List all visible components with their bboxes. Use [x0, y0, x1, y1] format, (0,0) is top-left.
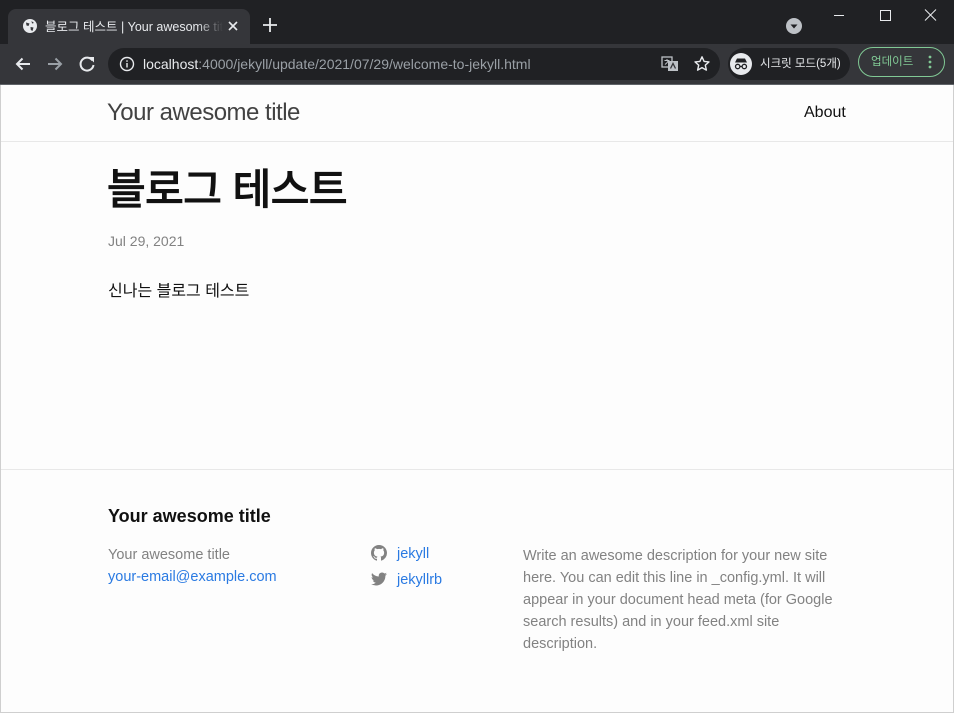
post-content: 신나는 블로그 테스트: [108, 283, 250, 300]
nav-about-link[interactable]: About: [804, 103, 846, 123]
star-icon[interactable]: [693, 55, 711, 73]
more-vert-icon[interactable]: [927, 54, 933, 70]
site-footer: Your awesome title Your awesome title yo…: [1, 469, 953, 712]
tab-title: 블로그 테스트 | Your awesome title: [45, 20, 223, 34]
tab-search-icon[interactable]: [785, 17, 803, 35]
info-icon[interactable]: [119, 56, 135, 72]
plus-icon[interactable]: [260, 15, 280, 35]
page-viewport: Your awesome title About 블로그 테스트 Jul 29,…: [0, 85, 954, 713]
browser-titlebar: 블로그 테스트 | Your awesome title: [0, 0, 954, 44]
address-bar[interactable]: localhost:4000/jekyll/update/2021/07/29/…: [108, 48, 720, 80]
post-title: 블로그 테스트: [107, 166, 348, 213]
url-text[interactable]: localhost:4000/jekyll/update/2021/07/29/…: [143, 55, 531, 73]
twitter-icon: [371, 572, 387, 586]
url-path: :4000/jekyll/update/2021/07/29/welcome-t…: [198, 56, 531, 72]
browser-toolbar: localhost:4000/jekyll/update/2021/07/29/…: [0, 44, 954, 84]
footer-heading: Your awesome title: [108, 506, 271, 526]
github-icon: [371, 545, 387, 561]
close-window-icon[interactable]: [908, 0, 954, 30]
footer-site-name: Your awesome title: [108, 547, 230, 563]
footer-email-link[interactable]: your-email@example.com: [108, 567, 277, 587]
incognito-label: 시크릿 모드(5개): [760, 58, 841, 70]
post-date: Jul 29, 2021: [108, 233, 185, 249]
update-button[interactable]: 업데이트: [858, 47, 945, 77]
back-arrow-icon[interactable]: [11, 52, 35, 76]
translate-icon[interactable]: [661, 56, 679, 72]
incognito-icon: [730, 53, 752, 75]
twitter-username: jekyllrb: [397, 572, 443, 588]
reload-icon[interactable]: [75, 52, 99, 76]
site-title-link[interactable]: Your awesome title: [107, 98, 300, 128]
forward-arrow-icon[interactable]: [43, 52, 67, 76]
maximize-icon[interactable]: [862, 0, 908, 30]
twitter-link[interactable]: jekyllrb: [371, 569, 481, 591]
github-link[interactable]: jekyll: [371, 543, 481, 565]
update-label: 업데이트: [871, 56, 914, 68]
site-header: Your awesome title About: [1, 85, 953, 142]
close-icon[interactable]: [225, 18, 241, 34]
github-username: jekyll: [397, 546, 430, 562]
globe-icon: [23, 19, 37, 33]
site-description: Write an awesome description for your ne…: [523, 548, 833, 652]
browser-tab[interactable]: 블로그 테스트 | Your awesome title: [8, 9, 250, 44]
url-host: localhost: [143, 56, 199, 72]
minimize-icon[interactable]: [816, 0, 862, 30]
incognito-indicator[interactable]: 시크릿 모드(5개): [728, 48, 850, 80]
